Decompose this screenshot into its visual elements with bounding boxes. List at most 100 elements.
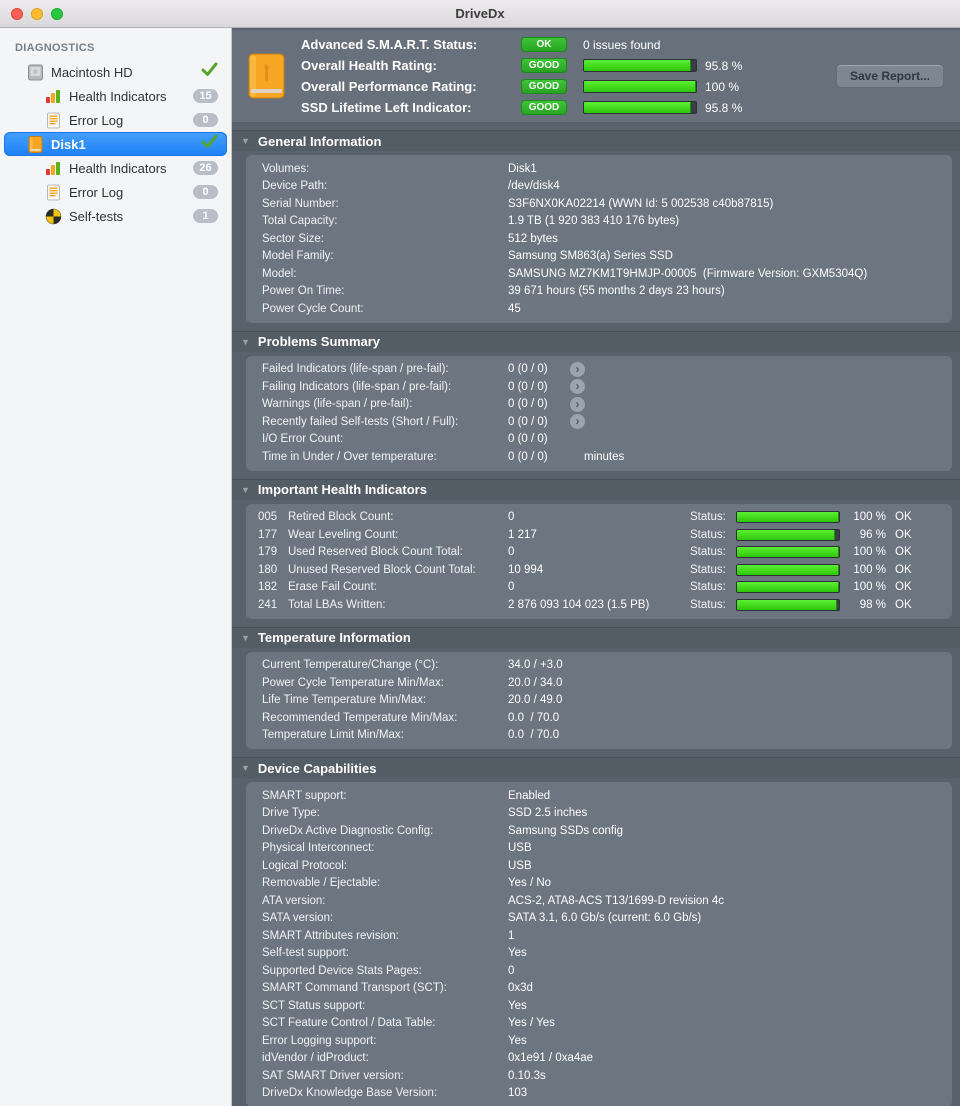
rating-percent: 100 % [705,79,740,94]
info-value: Samsung SSDs config [508,824,624,837]
window-title: DriveDx [455,6,505,21]
summary-row: Overall Health Rating: GOOD 95.8 % [301,56,742,76]
info-label: SAT SMART Driver version: [262,1069,404,1082]
detail-arrow-button[interactable]: › [570,396,585,412]
problem-label: Failing Indicators (life-span / pre-fail… [262,380,452,393]
attribute-id: 005 [258,511,278,524]
info-value: /dev/disk4 [508,180,560,193]
attribute-id: 182 [258,581,278,594]
sidebar-item-health-indicators-15[interactable]: Health Indicators 15 [4,84,227,108]
info-row: SCT Feature Control / Data Table: Yes / Y… [246,1015,952,1033]
count-badge: 1 [193,209,218,223]
info-row: Total Capacity: 1.9 TB (1 920 383 410 176… [246,213,952,231]
close-button[interactable] [11,7,23,20]
info-row: Serial Number: S3F6NX0KA02214 (WWN Id: 5 … [246,195,952,213]
main-layout: DIAGNOSTICS Macintosh HD Health Indicator… [0,28,960,1106]
section-panel-device-capabilities: SMART support: Enabled Drive Type: SSD 2.5 … [246,782,952,1106]
health-indicator-row: 182 Erase Fail Count: 0 Status: 100 % OK [246,579,952,597]
info-value: Yes [508,999,527,1012]
sidebar-item-self-tests-1[interactable]: Self-tests 1 [4,204,227,228]
smart-summary-panel: Advanced S.M.A.R.T. Status: OK 0 issues fo… [232,30,960,122]
info-value: 1 [508,929,515,942]
info-row: Power Cycle Temperature Min/Max: 20.0 / 3… [246,674,952,692]
detail-arrow-button[interactable]: › [570,414,585,430]
info-label: Model: [262,267,297,280]
sidebar-item-accessory: 1 [193,209,218,223]
health-percent: 98 % [859,598,886,611]
info-row: Device Path: /dev/disk4 [246,178,952,196]
status-label: Status: [690,511,726,524]
sidebar-item-accessory [201,134,218,154]
problem-value: 0 (0 / 0) [508,380,548,393]
sidebar-item-error-log-0[interactable]: Error Log 0 [4,108,227,132]
attribute-id: 241 [258,598,278,611]
info-row: idVendor / idProduct: 0x1e91 / 0xa4ae [246,1050,952,1068]
attribute-id: 180 [258,563,278,576]
health-indicator-row: 005 Retired Block Count: 0 Status: 100 % OK [246,509,952,527]
sidebar-item-disk1[interactable]: Disk1 [4,132,227,156]
sidebar-item-accessory: 15 [193,89,218,103]
info-row: ATA version: ACS-2, ATA8-ACS T13/1699-D r… [246,892,952,910]
info-value: 103 [508,1087,528,1100]
info-row: SAT SMART Driver version: 0.10.3s [246,1067,952,1085]
checkmark-icon [201,62,218,82]
rating-progress-bar [583,59,697,72]
summary-row-label: Overall Performance Rating: [301,79,477,94]
info-label: Current Temperature/Change (°C): [262,659,439,672]
problem-label: Failed Indicators (life-span / pre-fail)… [262,363,449,376]
sidebar-item-macintosh-hd[interactable]: Macintosh HD [4,60,227,84]
problem-label: Warnings (life-span / pre-fail): [262,398,413,411]
sidebar-item-label: Health Indicators [69,88,167,104]
section-header-temperature-information[interactable]: ▼ Temperature Information [232,626,960,648]
info-label: Model Family: [262,250,334,263]
problem-value: 0 (0 / 0) [508,450,548,463]
progress-fill [584,81,696,92]
progress-fill [737,564,839,575]
summary-row-label: Advanced S.M.A.R.T. Status: [301,37,478,52]
info-label: Total Capacity: [262,215,338,228]
section-panel-problems-summary: Failed Indicators (life-span / pre-fail)… [246,355,952,471]
section-header-general-information[interactable]: ▼ General Information [232,130,960,151]
attribute-label: Used Reserved Block Count Total: [288,546,463,559]
health-progress-bar [736,528,840,541]
sidebar-item-error-log-0[interactable]: Error Log 0 [4,180,227,204]
health-indicator-row: 179 Used Reserved Block Count Total: 0 Stat… [246,544,952,562]
problem-value-suffix: minutes [584,450,625,463]
minimize-button[interactable] [31,7,43,20]
detail-arrow-button[interactable]: › [570,361,585,377]
section-title: General Information [257,133,382,149]
info-value: 1.9 TB (1 920 383 410 176 bytes) [508,215,680,228]
section-header-problems-summary[interactable]: ▼ Problems Summary [232,330,960,352]
info-value: SAMSUNG MZ7KM1T9HMJP-00005 (Firmware Ver… [508,267,868,280]
health-indicator-row: 241 Total LBAs Written: 2 876 093 104 023 … [246,596,952,614]
problem-label: Recently failed Self-tests (Short / Full… [262,415,459,428]
problem-label: I/O Error Count: [262,433,344,446]
detail-arrow-button[interactable]: › [570,379,585,395]
section-panel-temperature-information: Current Temperature/Change (°C): 34.0 / +… [246,651,952,749]
section-header-device-capabilities[interactable]: ▼ Device Capabilities [232,757,960,778]
info-value: SSD 2.5 inches [508,807,588,820]
info-row: DriveDx Knowledge Base Version: 103 [246,1085,952,1103]
attribute-raw-value: 0 [508,581,515,594]
info-value: 512 bytes [508,232,558,245]
info-row: Power On Time: 39 671 hours (55 months 2 … [246,283,952,301]
disclosure-triangle-icon: ▼ [241,632,250,643]
sidebar-item-health-indicators-26[interactable]: Health Indicators 26 [4,156,227,180]
info-row: Removable / Ejectable: Yes / No [246,875,952,893]
problem-label: Time in Under / Over temperature: [262,450,437,463]
section-header-important-health-indicators[interactable]: ▼ Important Health Indicators [232,478,960,500]
attribute-label: Total LBAs Written: [288,598,386,611]
count-badge: 26 [193,161,218,175]
summary-rows: Advanced S.M.A.R.T. Status: OK 0 issues fo… [301,35,742,118]
sidebar-item-accessory: 0 [193,185,218,199]
info-label: SCT Status support: [262,999,366,1012]
health-status-ok: OK [895,563,912,576]
zoom-button[interactable] [51,7,63,20]
info-row: Sector Size: 512 bytes [246,230,952,248]
section-title: Temperature Information [257,630,411,645]
info-row: Recommended Temperature Min/Max: 0.0 / 70… [246,709,952,727]
save-report-button[interactable]: Save Report... [835,64,944,88]
rating-percent: 95.8 % [705,100,743,115]
sidebar-item-accessory [201,62,218,82]
health-indicator-row: 180 Unused Reserved Block Count Total: 10 … [246,561,952,579]
